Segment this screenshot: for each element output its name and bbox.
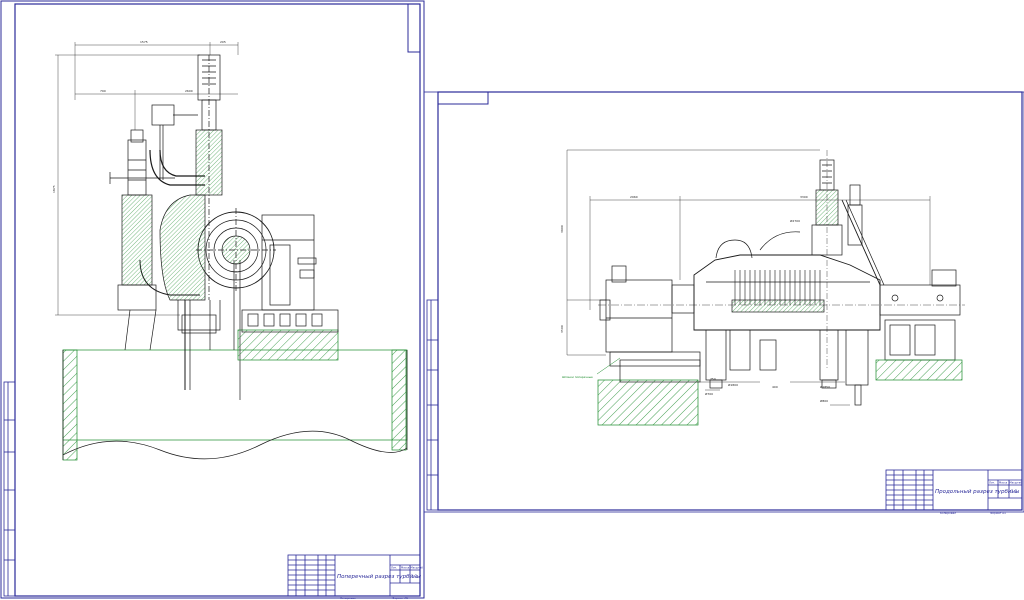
right-mass-label: Масса (999, 481, 1008, 485)
sheet-left: Поперечный разрез турбины Лит. Масса Мас… (0, 0, 425, 600)
dim-label: 1575 (140, 40, 148, 44)
left-scale-value: 1:1 (411, 574, 418, 579)
left-copied: Копировал (340, 596, 356, 600)
left-mass-label: Масса (401, 566, 410, 570)
left-margin-strip (3, 381, 16, 597)
dim-label: 205 (220, 40, 226, 44)
dim-label: 400 (772, 385, 778, 389)
right-margin-strip (426, 299, 439, 511)
drawing-canvas: Поперечный разрез турбины Лит. Масса Мас… (0, 0, 1024, 600)
dim-label: 2600 (185, 89, 193, 93)
left-frame (14, 3, 421, 597)
dim-label: 1875 (52, 185, 56, 193)
dim-label: 3300 (800, 195, 808, 199)
right-scale-label: Масштаб (1010, 481, 1023, 485)
dim-label: Ø1850 (820, 384, 830, 389)
right-format: Формат А1 (990, 511, 1006, 515)
left-scale-label: Масштаб (411, 566, 424, 570)
dim-label: 3900 (560, 225, 564, 233)
leader-note: Шпонки поперечные (562, 375, 593, 379)
left-format: Формат А1 (392, 596, 408, 600)
right-sheet-title: Продольный разрез турбины (935, 489, 1020, 495)
right-lit-label: Лит. (989, 481, 995, 485)
left-sheet-title: Поперечный разрез турбины (337, 574, 422, 580)
dim-label: Ø700 (705, 391, 713, 396)
dim-label: Ø2700 (790, 218, 800, 223)
dim-label: 790 (100, 89, 106, 93)
right-copied: Копировал (940, 511, 956, 515)
cross-section-drawing (62, 54, 408, 461)
dim-label: Ø1800 (728, 382, 738, 387)
dim-label: 750 (710, 377, 716, 381)
sheet-right: Продольный разрез турбины Лит. Масса Мас… (423, 91, 1024, 515)
dim-label: 3500 (560, 325, 564, 333)
right-frame (437, 91, 1023, 511)
dim-label: 2960 (630, 195, 638, 199)
right-scale-value: 1:1 (1011, 489, 1018, 494)
left-lit-label: Лит. (391, 566, 397, 570)
dim-label: Ø800 (820, 398, 828, 403)
longitudinal-section-drawing (597, 150, 965, 426)
